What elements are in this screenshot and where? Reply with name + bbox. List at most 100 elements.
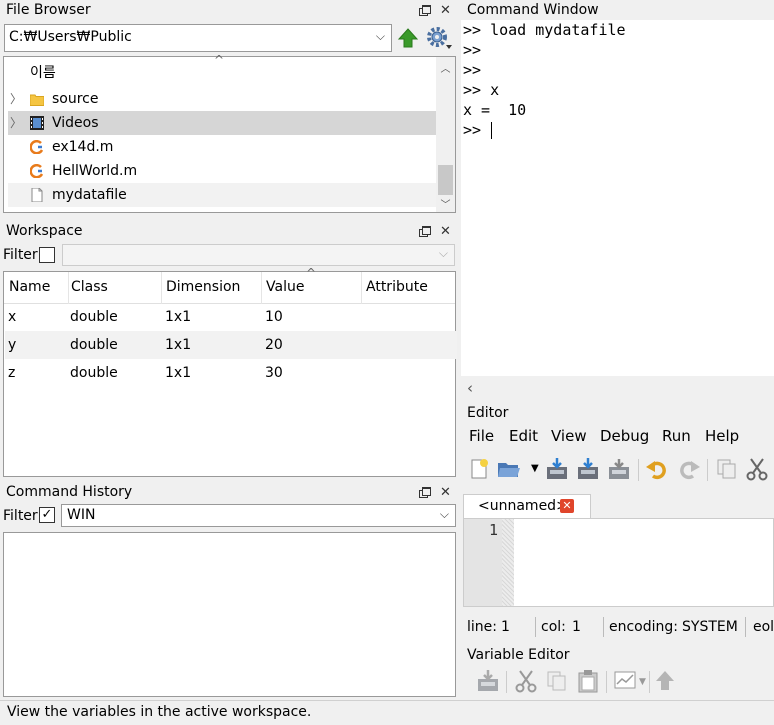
name-column-header[interactable]: 이름 [30, 61, 56, 85]
chevron-down-icon[interactable]: ⌵ [440, 507, 449, 522]
cell-class: double [70, 365, 118, 381]
col-label: col: [541, 619, 566, 635]
file-item-label: mydatafile [52, 187, 127, 203]
console-line: >> load mydatafile [463, 21, 626, 39]
gear-icon[interactable] [425, 25, 453, 51]
file-item-hellworld[interactable]: HellWorld.m [8, 159, 439, 183]
save-as-icon[interactable] [576, 457, 600, 481]
file-item-label: HellWorld.m [52, 163, 138, 179]
scrollbar-thumb[interactable] [438, 165, 453, 195]
column-header-class[interactable]: Class [71, 279, 108, 295]
menu-help[interactable]: Help [705, 427, 739, 445]
sort-ascending-icon: ^ [306, 266, 317, 280]
column-header-attribute[interactable]: Attribute [366, 279, 428, 295]
cut-icon[interactable] [514, 669, 538, 693]
workspace-filter-input[interactable]: ⌵ [62, 244, 455, 266]
close-icon[interactable]: ✕ [440, 224, 451, 239]
close-icon[interactable]: ✕ [440, 3, 451, 18]
dropdown-arrow-icon[interactable]: ▼ [531, 463, 539, 474]
table-row[interactable]: z double 1x1 30 [5, 359, 457, 387]
command-window-title: Command Window [467, 2, 599, 18]
fold-margin [502, 519, 514, 606]
variable-editor-title: Variable Editor [467, 647, 570, 663]
save-icon[interactable] [545, 457, 569, 481]
history-filter-value: WIN [67, 507, 96, 523]
new-file-icon[interactable] [467, 457, 491, 481]
editor-toolbar: ▼ [461, 457, 774, 487]
editor-text-area[interactable]: 1 [463, 518, 774, 607]
text-cursor [491, 122, 492, 139]
editor-title: Editor [467, 405, 509, 421]
statusbar-text: View the variables in the active workspa… [7, 704, 312, 720]
cell-dimension: 1x1 [165, 337, 192, 353]
file-item-source[interactable]: 〉 source [8, 87, 439, 111]
history-filter-checkbox[interactable]: ✓ [39, 507, 55, 523]
paste-icon[interactable] [576, 669, 600, 693]
chevron-right-icon[interactable]: 〉 [10, 87, 22, 111]
scroll-down-icon[interactable]: ﹀ [437, 195, 454, 212]
file-item-ex14d[interactable]: ex14d.m [8, 135, 439, 159]
path-value: C:₩Users₩Public [9, 29, 132, 45]
cell-dimension: 1x1 [165, 309, 192, 325]
chevron-down-icon[interactable]: ⌵ [439, 246, 448, 261]
undock-icon[interactable] [418, 225, 431, 237]
column-header-value[interactable]: Value [266, 279, 304, 295]
file-browser-title: File Browser [6, 2, 91, 18]
file-item-mydatafile[interactable]: mydatafile [8, 183, 439, 207]
encoding-label: encoding: [609, 619, 679, 635]
table-row[interactable]: x double 1x1 10 [5, 303, 457, 331]
close-tab-icon[interactable]: ✕ [560, 499, 574, 513]
command-window-console[interactable] [461, 20, 774, 376]
file-item-label: Videos [52, 115, 99, 131]
path-combobox[interactable]: C:₩Users₩Public ⌵ [4, 24, 392, 52]
chevron-down-icon[interactable]: ⌵ [376, 29, 385, 44]
file-browser-list: 이름 ^ 〉 source 〉 Videos ex14d.m HellWorld… [3, 53, 456, 213]
menu-debug[interactable]: Debug [600, 427, 649, 445]
m-file-icon [30, 140, 44, 154]
scroll-left-icon[interactable]: ‹ [467, 379, 473, 397]
copy-icon[interactable] [715, 457, 739, 481]
menu-view[interactable]: View [551, 427, 587, 445]
chevron-right-icon[interactable]: 〉 [10, 111, 22, 135]
menu-file[interactable]: File [469, 427, 494, 445]
cell-value: 30 [265, 365, 283, 381]
redo-icon[interactable] [677, 457, 701, 481]
vertical-scrollbar[interactable]: ︿ ﹀ [436, 57, 455, 212]
save-icon[interactable] [476, 669, 500, 693]
console-line: >> [463, 41, 482, 59]
scroll-up-icon[interactable]: ︿ [437, 59, 454, 76]
close-icon[interactable]: ✕ [440, 485, 451, 500]
save-all-icon[interactable] [607, 457, 631, 481]
cell-class: double [70, 337, 118, 353]
cell-value: 10 [265, 309, 283, 325]
up-arrow-icon[interactable] [653, 669, 677, 693]
undock-icon[interactable] [418, 4, 431, 16]
dropdown-arrow-icon[interactable]: ▼ [639, 677, 646, 687]
menu-edit[interactable]: Edit [509, 427, 538, 445]
column-header-name[interactable]: Name [9, 279, 50, 295]
cut-icon[interactable] [745, 457, 769, 481]
command-history-list[interactable] [3, 532, 456, 697]
file-item-label: ex14d.m [52, 139, 114, 155]
table-row[interactable]: y double 1x1 20 [5, 331, 457, 359]
menu-run[interactable]: Run [662, 427, 691, 445]
col-value: 1 [572, 619, 581, 635]
undo-icon[interactable] [645, 457, 669, 481]
line-value: 1 [501, 619, 510, 635]
workspace-table-header: Name Class Dimension Value ^ Attribute [4, 266, 455, 304]
copy-icon[interactable] [545, 669, 569, 693]
workspace-filter-checkbox[interactable] [39, 247, 55, 263]
command-history-title: Command History [6, 484, 133, 500]
up-folder-icon[interactable] [397, 27, 419, 49]
undock-icon[interactable] [418, 486, 431, 498]
plot-icon[interactable] [613, 669, 637, 693]
file-item-videos[interactable]: 〉 Videos [8, 111, 439, 135]
history-filter-combobox[interactable]: WIN ⌵ [61, 504, 456, 527]
file-item-label: source [52, 91, 99, 107]
console-prompt[interactable]: >> [463, 120, 490, 140]
open-folder-icon[interactable] [497, 457, 521, 481]
horizontal-scrollbar[interactable]: ‹ [461, 378, 774, 400]
column-header-dimension[interactable]: Dimension [166, 279, 240, 295]
eol-label: eol [753, 619, 774, 635]
editor-tab[interactable]: <unnamed> ✕ [463, 494, 591, 518]
